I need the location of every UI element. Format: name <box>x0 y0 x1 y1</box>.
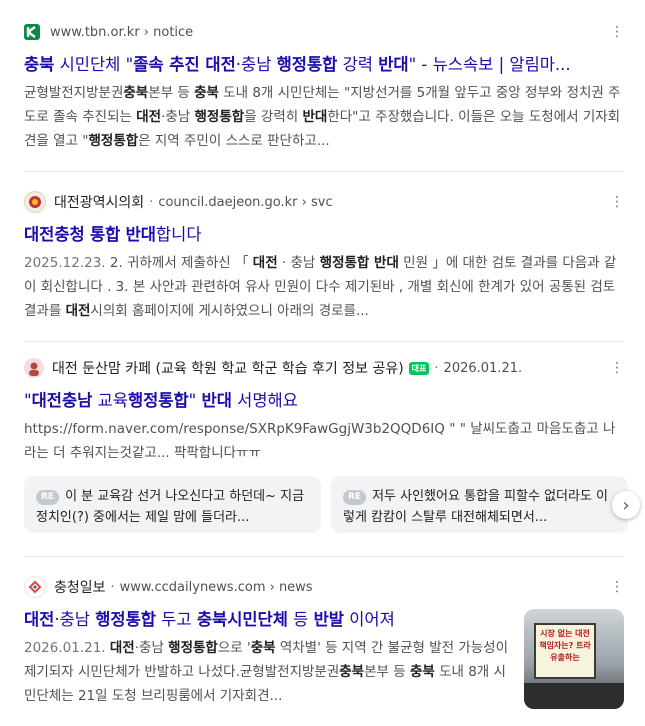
council-emblem-icon <box>24 191 46 213</box>
site-name: 대전광역시의회 <box>54 195 145 211</box>
more-options-icon[interactable]: ⋮ <box>610 191 624 213</box>
result-date: 2026.01.21. <box>443 360 523 376</box>
source-row[interactable]: 대전 둔산맘 카페 (교육 학원 학교 학군 학습 후기 정보 공유) 대표 ·… <box>24 357 624 379</box>
search-result-council: 대전광역시의회 · council.daejeon.go.kr › svc ⋮ … <box>24 191 624 323</box>
search-result-cafe: 대전 둔산맘 카페 (교육 학원 학교 학군 학습 후기 정보 공유) 대표 ·… <box>24 357 624 465</box>
comment-carousel: RE 이 분 교육감 선거 나오신다고 하던데~ 지금 정치인(?) 중에서는 제… <box>24 476 628 533</box>
more-options-icon[interactable]: ⋮ <box>610 21 624 43</box>
more-options-icon[interactable]: ⋮ <box>610 357 624 379</box>
result-snippet: 균형발전지방분권충북본부 등 충북 도내 8개 시민단체는 "지방선거를 5개월… <box>24 85 621 149</box>
divider <box>24 556 624 557</box>
result-date: 2025.12.23. <box>24 255 106 271</box>
cafe-avatar-icon <box>24 358 44 378</box>
reply-badge: RE <box>343 490 367 505</box>
tbn-favicon-icon <box>24 24 40 40</box>
cafe-badge: 대표 <box>408 361 430 375</box>
search-result-tbn: www.tbn.or.kr › notice ⋮ 충북 시민단체 "졸속 추진 … <box>24 21 624 153</box>
comment-text: 이 분 교육감 선거 나오신다고 하던데~ 지금 정치인(?) 중에서는 제일 … <box>36 489 305 525</box>
result-snippet: https://form.naver.com/response/SXRpK9Fa… <box>24 421 616 461</box>
comment-card[interactable]: RE 이 분 교육감 선거 나오신다고 하던데~ 지금 정치인(?) 중에서는 제… <box>24 476 321 533</box>
thumbnail-truck <box>524 683 624 709</box>
chevron-right-icon[interactable]: › <box>612 491 640 519</box>
news-thumbnail[interactable]: 시장 없는 대전 책임자는? 트라 유출하는 <box>524 609 624 709</box>
result-url: www.ccdailynews.com › news <box>119 579 313 595</box>
result-snippet: 2025.12.23. 2. 귀하께서 제출하신 「 대전 · 충남 행정통합 … <box>24 255 617 319</box>
site-name: 대전 둔산맘 카페 (교육 학원 학교 학군 학습 후기 정보 공유) <box>52 361 404 377</box>
source-row[interactable]: 대전광역시의회 · council.daejeon.go.kr › svc <box>24 191 624 213</box>
result-url: www.tbn.or.kr › notice <box>50 24 194 40</box>
result-snippet: 2026.01.21. 대전·충남 행정통합으로 '충북 역차별' 등 지역 간… <box>24 640 509 704</box>
reply-badge: RE <box>36 490 60 505</box>
result-title[interactable]: 대전·충남 행정통합 두고 충북시민단체 등 반발 이어져 <box>24 608 514 632</box>
result-title[interactable]: 대전충청 통합 반대합니다 <box>24 223 624 247</box>
source-row[interactable]: www.tbn.or.kr › notice <box>24 21 624 43</box>
site-name: 충청일보 <box>54 580 106 596</box>
result-url: council.daejeon.go.kr › svc <box>158 194 333 210</box>
comment-text: 저두 사인했어요 통합을 피할수 없더라도 이렇게 캄캄이 스탈루 대전해체되면… <box>343 489 609 525</box>
result-date: 2026.01.21. <box>24 640 106 656</box>
ccdaily-logo-icon <box>24 576 46 598</box>
divider <box>24 341 624 342</box>
divider <box>24 171 624 172</box>
comment-card[interactable]: RE 저두 사인했어요 통합을 피할수 없더라도 이렇게 캄캄이 스탈루 대전해체… <box>331 476 628 533</box>
thumbnail-sign-text: 시장 없는 대전 책임자는? 트라 유출하는 <box>534 623 596 679</box>
result-title[interactable]: 충북 시민단체 "졸속 추진 대전·충남 행정통합 강력 반대" - 뉴스속보 … <box>24 53 624 77</box>
more-options-icon[interactable]: ⋮ <box>610 576 624 598</box>
result-title[interactable]: "대전충남 교육행정통합" 반대 서명해요 <box>24 389 624 413</box>
source-row[interactable]: 충청일보 · www.ccdailynews.com › news <box>24 576 624 598</box>
